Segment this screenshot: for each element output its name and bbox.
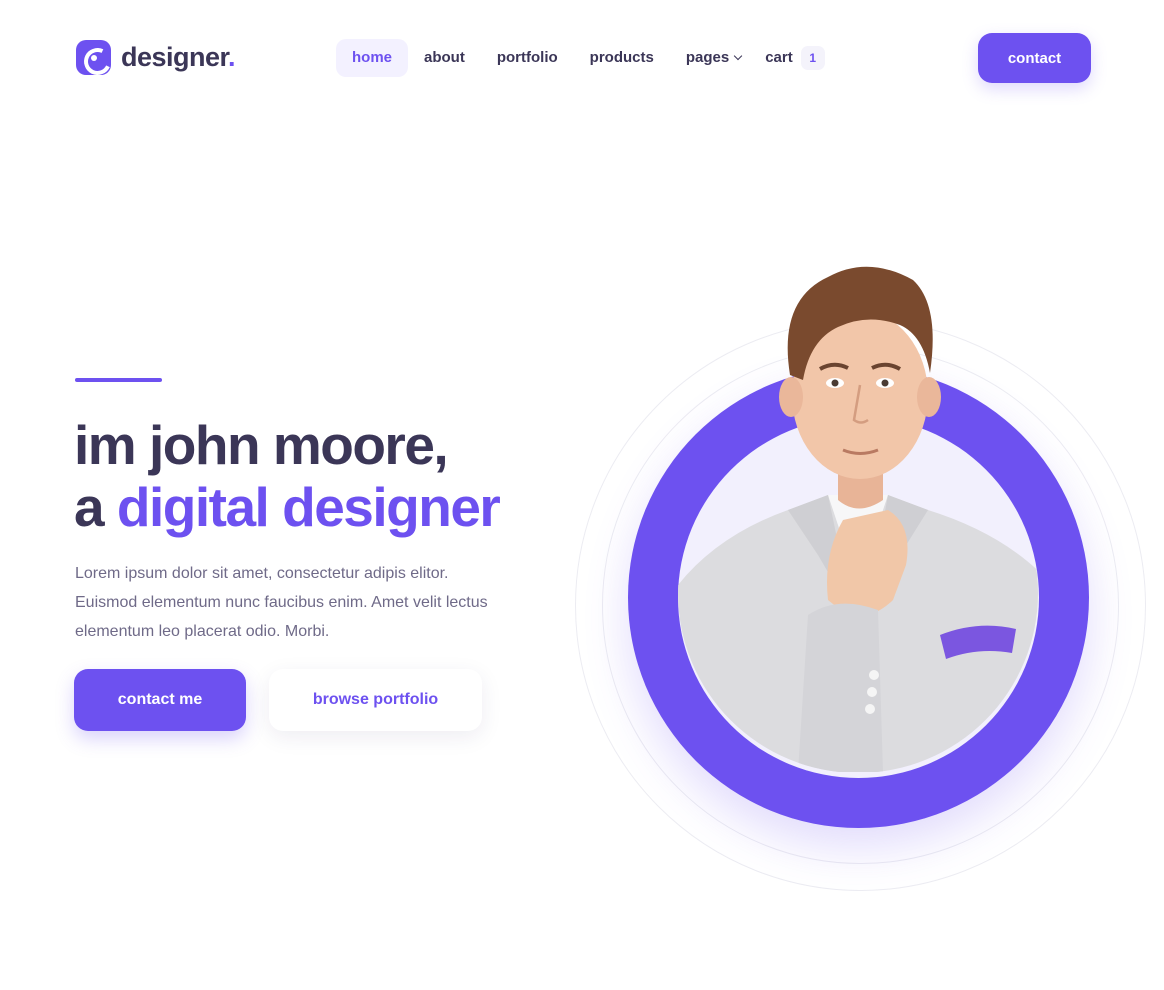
nav-item-cart[interactable]: cart 1	[751, 39, 841, 77]
hero-title-line1: im john moore,	[74, 414, 449, 476]
hero-title-line2-prefix: a	[74, 476, 117, 538]
hero-description: Lorem ipsum dolor sit amet, consectetur …	[75, 565, 488, 640]
cart-count-badge: 1	[800, 46, 825, 70]
nav-pages-label: pages	[685, 49, 730, 66]
nav-item-portfolio[interactable]: portfolio	[481, 39, 574, 77]
hero-title-accent: digital designer	[116, 476, 501, 538]
logo-c-icon	[76, 40, 111, 75]
hero-visual	[570, 255, 1160, 895]
cart-label: cart	[765, 49, 793, 66]
hero-title: im john moore, a digital designer	[74, 414, 501, 538]
main-nav: home about portfolio products pages cart…	[336, 39, 841, 77]
contact-button[interactable]: contact	[978, 33, 1091, 83]
contact-me-button[interactable]: contact me	[74, 669, 246, 731]
nav-item-about[interactable]: about	[408, 39, 481, 77]
hero-accent-line	[75, 378, 162, 382]
nav-item-products[interactable]: products	[574, 39, 670, 77]
portrait-image	[678, 266, 1038, 772]
brand-name: designer.	[121, 42, 236, 72]
nav-item-home[interactable]: home	[336, 39, 409, 77]
brand-logo[interactable]: designer.	[76, 40, 236, 75]
browse-portfolio-button[interactable]: browse portfolio	[269, 669, 482, 731]
nav-item-pages[interactable]: pages	[670, 39, 751, 77]
chevron-down-icon	[733, 51, 743, 61]
